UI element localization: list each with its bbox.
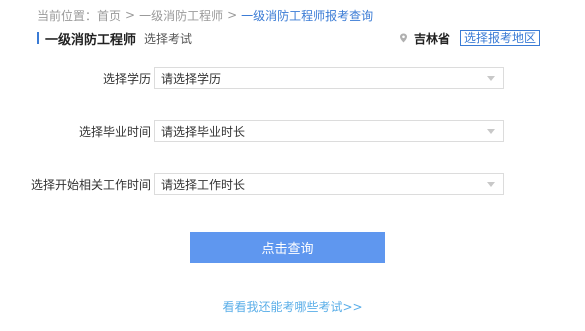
region-name: 吉林省	[413, 31, 450, 46]
education-select-value: 请选择学历	[161, 71, 222, 86]
select-region-button[interactable]: 选择报考地区	[459, 30, 540, 46]
education-row: 选择学历 请选择学历	[0, 67, 585, 89]
breadcrumb-separator: >	[125, 8, 136, 22]
graduation-label: 选择毕业时间	[78, 124, 151, 139]
education-label: 选择学历	[102, 71, 151, 86]
chevron-down-icon	[487, 128, 495, 134]
exam-name: 一级消防工程师	[45, 32, 137, 48]
breadcrumb-separator: >	[227, 8, 238, 22]
work-start-select[interactable]: 请选择工作时长	[154, 173, 504, 195]
work-start-row: 选择开始相关工作时间 请选择工作时长	[0, 173, 585, 195]
breadcrumb-current: 一级消防工程师报考查询	[241, 8, 374, 23]
breadcrumb-category-link[interactable]: 一级消防工程师	[139, 7, 223, 24]
query-button[interactable]: 点击查询	[190, 232, 385, 263]
work-start-select-value: 请选择工作时长	[161, 177, 246, 192]
exam-bar: 一级消防工程师 选择考试 吉林省 选择报考地区	[37, 29, 540, 48]
choose-exam-link[interactable]: 选择考试	[144, 30, 192, 47]
chevron-down-icon	[487, 181, 495, 187]
see-other-exams-link[interactable]: 看看我还能考哪些考试>>	[0, 298, 585, 315]
breadcrumb-prefix: 当前位置：	[37, 8, 98, 23]
location-pin-icon	[399, 33, 407, 43]
breadcrumb-home-link[interactable]: 首页	[97, 7, 121, 24]
graduation-select[interactable]: 请选择毕业时长	[154, 120, 504, 142]
work-start-label: 选择开始相关工作时间	[30, 177, 151, 192]
graduation-row: 选择毕业时间 请选择毕业时长	[0, 120, 585, 142]
chevron-down-icon	[487, 75, 495, 81]
exam-marker	[37, 32, 39, 44]
graduation-select-value: 请选择毕业时长	[161, 124, 246, 139]
education-select[interactable]: 请选择学历	[154, 67, 504, 89]
breadcrumb: 当前位置： 首页 > 一级消防工程师 > 一级消防工程师报考查询	[37, 6, 373, 24]
